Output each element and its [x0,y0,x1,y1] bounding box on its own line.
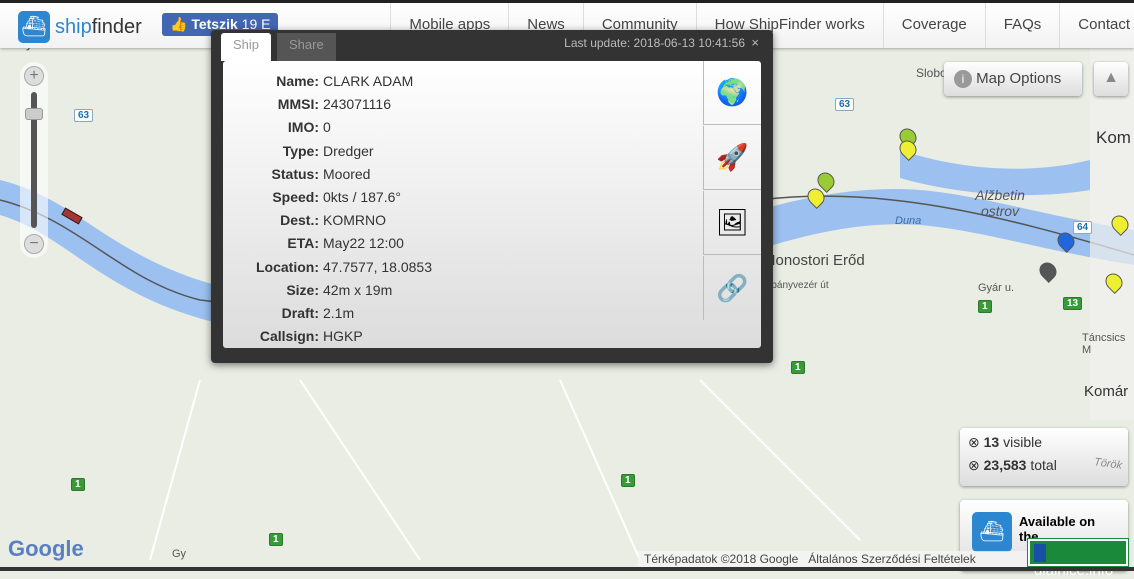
detail-value: May22 12:00 [323,235,404,252]
detail-value: 0kts / 187.6° [323,189,401,205]
detail-row: Callsign: HGKP [223,328,703,348]
bottom-bar [0,567,1134,571]
detail-value: KOMRNO [323,212,386,229]
map-label: Kom [1096,128,1131,147]
map-label: Gy [172,548,187,560]
detail-row: IMO: 0 [223,119,703,139]
detail-label: Type: [282,142,319,159]
map-label: Slobo [916,66,947,80]
detail-label: Status: [271,165,319,182]
collapse-up-button[interactable]: ▲ [1094,62,1128,96]
detail-row: MMSI: 243071116 [223,96,703,116]
nav-contact[interactable]: Contact [1059,3,1134,48]
detail-value: 243071116 [323,96,391,113]
highway-icon [1034,544,1046,563]
road-sign: 1 [978,300,992,313]
close-icon[interactable]: × [751,35,759,50]
detail-row: Dest.: KOMRNO [223,212,703,232]
map-label: Duna [895,215,922,227]
detail-value: Dredger [323,142,374,159]
zoom-control: + − [20,62,48,258]
google-earth-icon[interactable]: 🌍 [703,61,761,125]
road-sign: 1 [621,474,635,487]
dialnice-badge[interactable]: dialnice.info [1027,538,1129,579]
detail-label: Size: [286,281,319,298]
road-sign: 13 [1063,297,1083,310]
detail-row: ETA: May22 12:00 [223,235,703,255]
detail-label: Location: [256,258,319,275]
map-label: Gyár u. [978,282,1015,294]
detail-row: Speed: 0kts / 187.6° [223,189,703,209]
zoom-to-ship-icon[interactable]: 🖼 [703,191,761,255]
detail-row: Type: Dredger [223,143,703,163]
detail-value: 0 [323,119,331,136]
detail-label: Dest.: [280,212,319,229]
detail-value: 2.1m [323,305,355,321]
terms-link[interactable]: Általános Szerződési Feltételek [808,552,975,566]
detail-row: Draft: 2.1m [223,305,703,325]
detail-label: MMSI: [277,96,319,113]
link-icon[interactable]: 🔗 [703,256,761,320]
tab-ship[interactable]: Ship [221,33,272,61]
shipfinder-logo[interactable]: ⛴ shipfinder [18,11,142,43]
zoom-out-button[interactable]: − [24,234,44,254]
zoom-in-button[interactable]: + [24,66,44,86]
nav-coverage[interactable]: Coverage [882,3,985,48]
detail-label: Speed: [272,189,319,205]
detail-value: 42m x 19m [323,281,393,298]
detail-value: 47.7577, 18.0853 [323,258,432,275]
map-label: Komár [1084,383,1129,400]
road-sign: 63 [835,98,855,111]
road-sign: 1 [269,533,283,546]
visible-count: ⊗ 13 visible [968,434,1042,450]
map-options-button[interactable]: i Map Options [944,62,1082,96]
detail-label: Callsign: [259,328,319,345]
track-icon[interactable]: 🚀 [703,126,761,190]
map-label: Monostori Erőd [763,252,865,269]
tab-share[interactable]: Share [277,33,336,61]
ship-icon: ⛴ [972,512,1012,552]
road-sign: 63 [74,109,94,122]
detail-value: HGKP [323,328,363,345]
info-icon: i [954,70,972,88]
map-label: Alžbetin ostrov [975,187,1025,219]
nav-faqs[interactable]: FAQs [984,3,1060,48]
road-sign: 1 [791,361,805,374]
detail-value: CLARK ADAM [323,73,414,89]
map-label: Táncsics M [1082,332,1126,356]
map-attribution: Térképadatok ©2018 Google Általános Szer… [638,551,1028,567]
detail-row: Location: 47.7577, 18.0853 [223,259,703,279]
detail-row: Status: Moored [223,166,703,186]
detail-label: IMO: [287,119,319,136]
ship-info-popup: Ship Share Last update: 2018-06-13 10:41… [211,30,773,363]
detail-value: Moored [323,165,371,182]
zoom-slider-handle[interactable] [25,108,43,120]
detail-row: Name: CLARK ADAM [223,73,703,93]
road-sign: 1 [71,478,85,491]
detail-label: ETA: [287,235,319,252]
last-update: Last update: 2018-06-13 10:41:56 [564,36,745,50]
road-sign: 64 [1073,221,1093,234]
thumbs-up-icon: 👍 [170,16,188,32]
detail-label: Name: [276,73,319,89]
ship-details: Name: CLARK ADAM MMSI: 243071116 IMO: 0 Type: D… [223,61,761,348]
google-logo: Google [8,536,84,561]
detail-label: Draft: [281,305,319,321]
ship-icon: ⛴ [18,11,50,43]
detail-row: Size: 42m x 19m [223,282,703,302]
